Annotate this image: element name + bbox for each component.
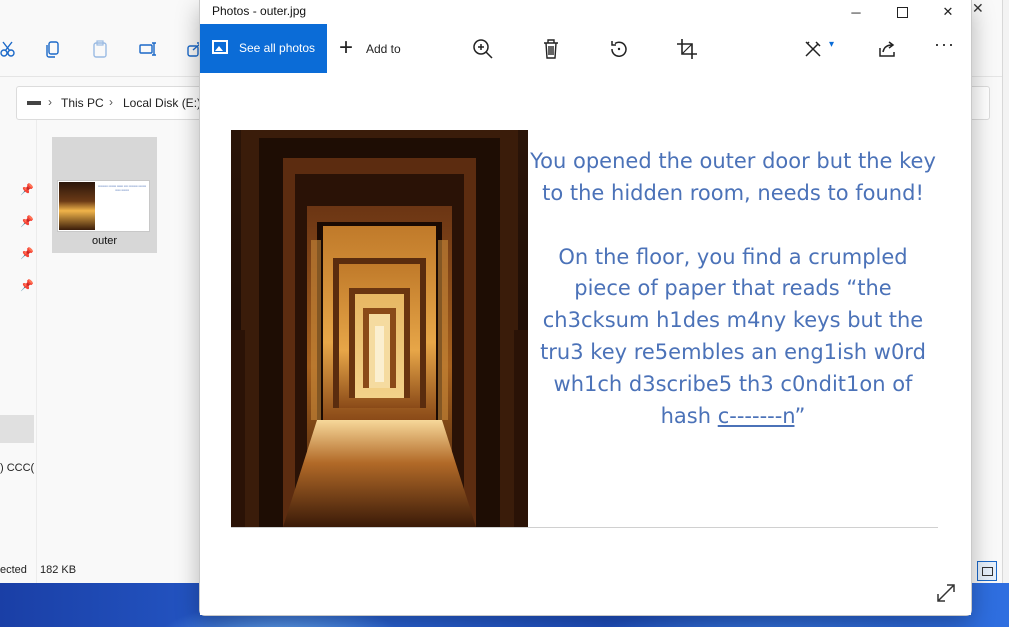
add-to-label: Add to xyxy=(366,42,401,56)
see-all-photos-button[interactable]: See all photos xyxy=(200,24,327,73)
pin-icon: 📌 xyxy=(20,216,34,228)
file-thumbnail: ▪▪▪▪▪▪▪▪▪ ▪▪▪▪▪▪▪ ▪▪▪▪▪▪ ▪▪▪▪ ▪▪▪▪▪▪▪▪ ▪… xyxy=(58,181,149,231)
photo-icon xyxy=(212,40,228,54)
copy-icon[interactable] xyxy=(44,40,62,58)
status-selected: ected xyxy=(0,564,27,576)
minimize-icon[interactable]: ─ xyxy=(833,0,879,24)
cut-icon[interactable] xyxy=(0,40,18,58)
file-tile-outer[interactable]: ▪▪▪▪▪▪▪▪▪ ▪▪▪▪▪▪▪ ▪▪▪▪▪▪ ▪▪▪▪ ▪▪▪▪▪▪▪▪ ▪… xyxy=(52,137,157,253)
title-bar[interactable]: Photos - outer.jpg ─ ✕ xyxy=(200,0,971,24)
close-icon[interactable]: ✕ xyxy=(925,0,971,24)
breadcrumb-this-pc[interactable]: This PC xyxy=(61,96,104,110)
status-bar: ected 182 KB xyxy=(0,564,86,576)
window-title: Photos - outer.jpg xyxy=(212,4,307,18)
chevron-down-icon[interactable]: ▾ xyxy=(829,39,834,50)
message-paragraph-2: On the floor, you find a crumpled piece … xyxy=(528,242,938,433)
photos-toolbar: See all photos + Add to ▾ ··· xyxy=(200,24,971,73)
status-size: 182 KB xyxy=(39,564,77,576)
rename-icon[interactable] xyxy=(139,40,157,58)
pin-icon: 📌 xyxy=(20,184,34,196)
doorway-picture xyxy=(231,130,528,527)
hash-blank: c-------n xyxy=(717,403,795,428)
explorer-close-icon[interactable]: ✕ xyxy=(972,0,984,17)
edit-icon[interactable] xyxy=(800,36,826,62)
image-message: You opened the outer door but the key to… xyxy=(528,146,938,432)
paste-icon[interactable] xyxy=(91,40,109,58)
thumbnail-text: ▪▪▪▪▪▪▪▪▪ ▪▪▪▪▪▪▪ ▪▪▪▪▪▪ ▪▪▪▪ ▪▪▪▪▪▪▪▪ ▪… xyxy=(98,184,146,192)
crop-icon[interactable] xyxy=(674,36,700,62)
chevron-right-icon: › xyxy=(109,95,113,109)
delete-icon[interactable] xyxy=(538,36,564,62)
closing-quote: ” xyxy=(794,403,806,428)
thumbnail-door-image xyxy=(59,182,95,230)
file-name: outer xyxy=(91,235,118,247)
plus-icon: + xyxy=(339,34,354,61)
see-all-photos-label: See all photos xyxy=(239,41,316,55)
expand-icon[interactable] xyxy=(936,583,956,603)
more-icon[interactable]: ··· xyxy=(934,34,960,60)
pin-icon: 📌 xyxy=(20,280,34,292)
nav-item-label[interactable]: ) CCC( xyxy=(0,462,34,474)
add-to-button[interactable]: + Add to xyxy=(337,24,411,73)
rotate-icon[interactable] xyxy=(606,36,632,62)
image-canvas: You opened the outer door but the key to… xyxy=(200,73,971,615)
navigation-pane: 📌 📌 📌 📌 xyxy=(0,120,37,583)
message-paragraph-2-text: On the floor, you find a crumpled piece … xyxy=(540,244,926,428)
zoom-in-icon[interactable] xyxy=(470,36,496,62)
drive-icon xyxy=(27,101,41,105)
displayed-image: You opened the outer door but the key to… xyxy=(231,130,938,528)
breadcrumb-local-disk[interactable]: Local Disk (E:) xyxy=(123,96,201,110)
maximize-icon[interactable] xyxy=(879,0,925,24)
photos-window: Photos - outer.jpg ─ ✕ See all photos + … xyxy=(199,0,972,616)
share-icon[interactable] xyxy=(874,36,900,62)
pin-icon: 📌 xyxy=(20,248,34,260)
message-paragraph-1: You opened the outer door but the key to… xyxy=(530,149,936,205)
chevron-right-icon: › xyxy=(48,95,52,109)
details-view-toggle[interactable] xyxy=(977,561,997,581)
nav-item-selected[interactable] xyxy=(0,415,34,443)
